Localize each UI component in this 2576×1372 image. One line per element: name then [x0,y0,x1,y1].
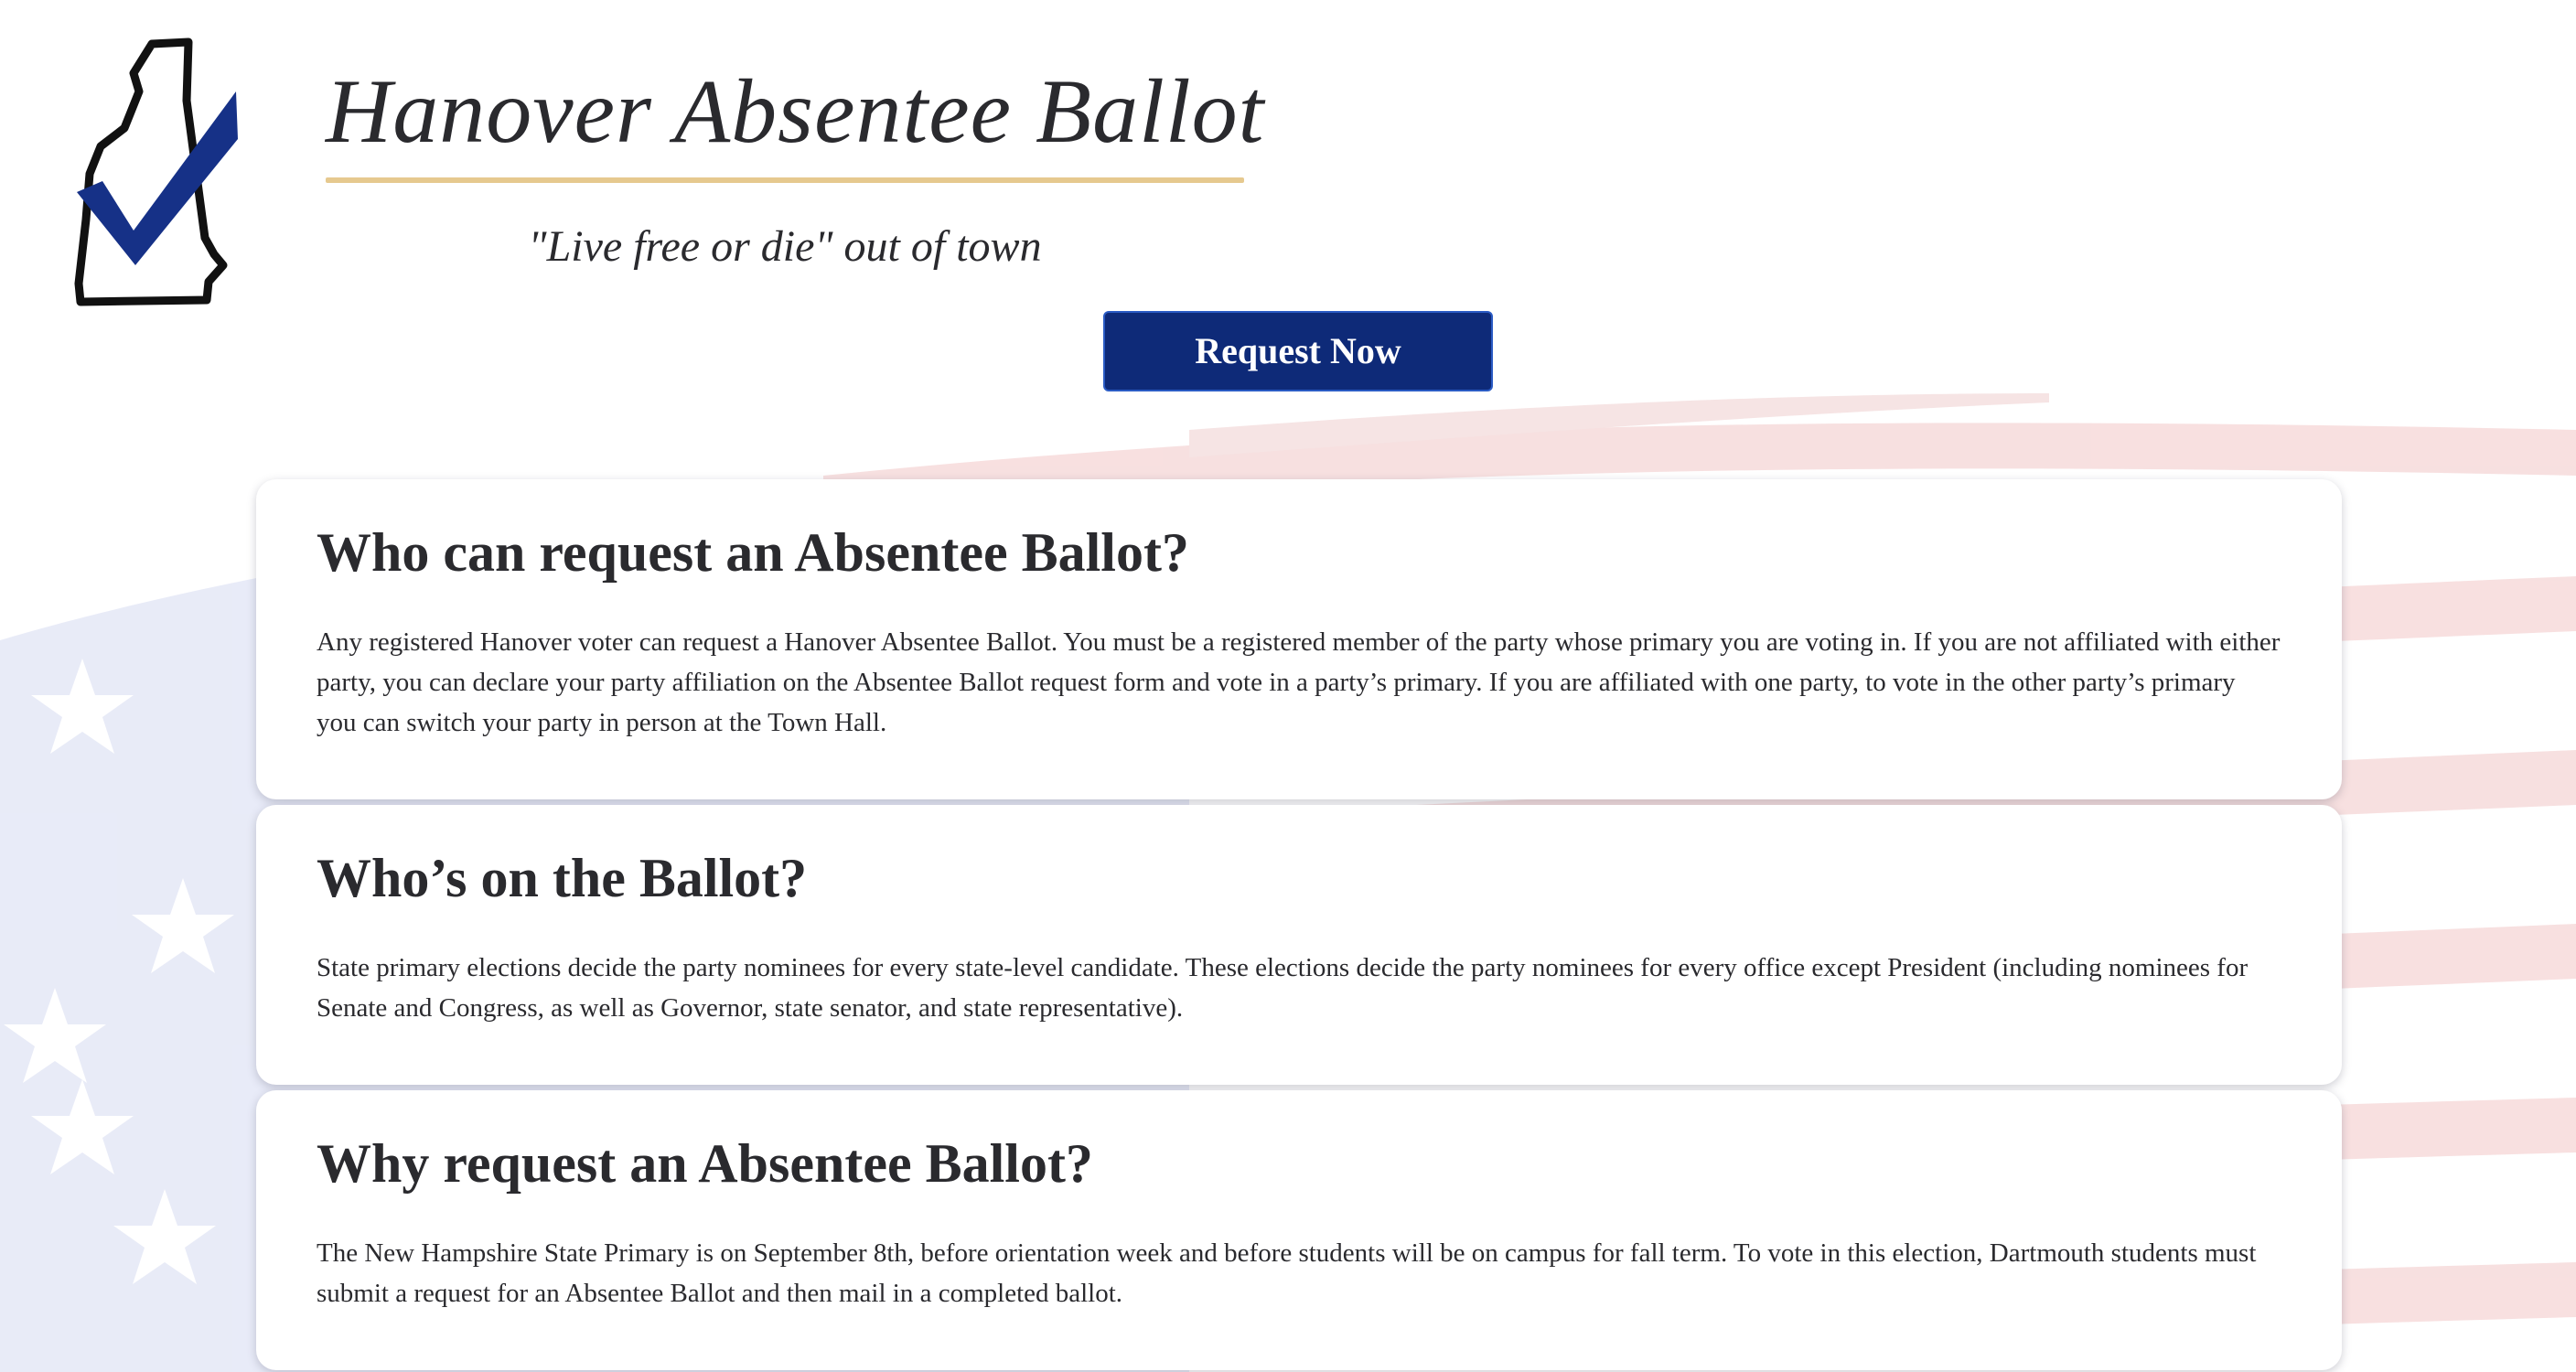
nh-state-checkmark-icon[interactable] [70,37,252,311]
card-body: Any registered Hanover voter can request… [317,627,2281,737]
page: Hanover Absentee Ballot "Live free or di… [0,0,2576,1372]
title-underline [326,177,1244,183]
card-heading: Why request an Absentee Ballot? [317,1133,1093,1194]
site-title: Hanover Absentee Ballot [326,60,1265,162]
card-heading: Who can request an Absentee Ballot? [317,522,1189,583]
tagline: "Live free or die" out of town [528,222,1042,271]
info-card-why-request: Why request an Absentee Ballot? The New … [256,1090,2342,1370]
request-now-button[interactable]: Request Now [1103,311,1493,391]
info-card-who-can-request: Who can request an Absentee Ballot? Any … [256,479,2342,799]
card-body: State primary elections decide the party… [317,953,2249,1023]
info-card-whos-on-ballot: Who’s on the Ballot? State primary elect… [256,805,2342,1085]
card-heading: Who’s on the Ballot? [317,848,808,908]
card-body: The New Hampshire State Primary is on Se… [317,1238,2257,1308]
